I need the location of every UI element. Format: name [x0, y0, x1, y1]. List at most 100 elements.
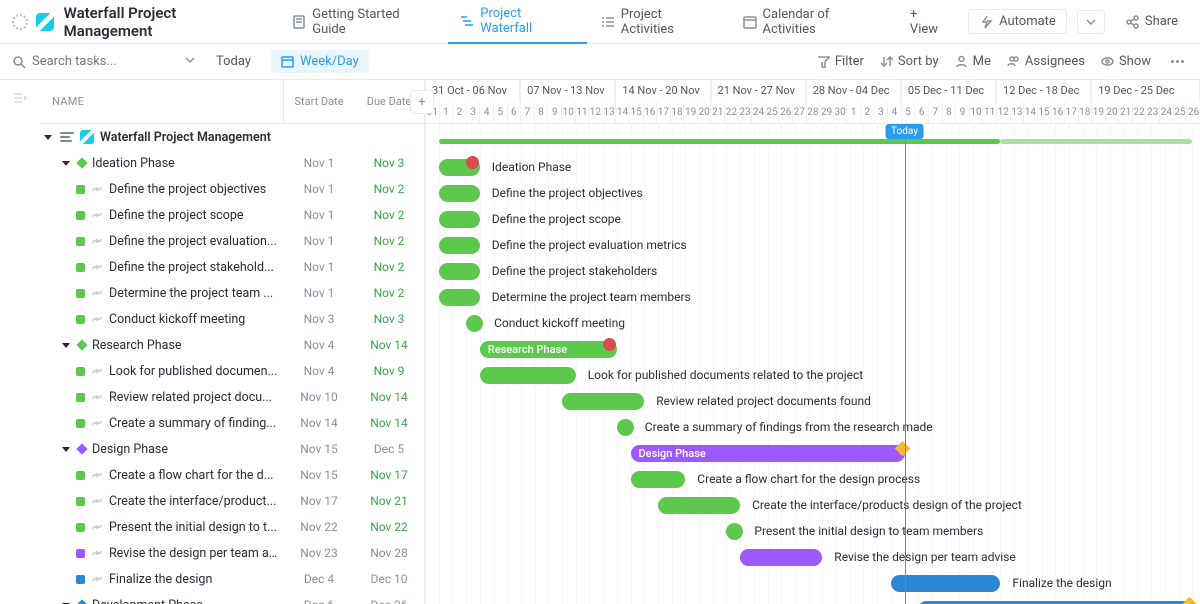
gantt-bar[interactable]: [480, 367, 576, 384]
status-square-icon[interactable]: [76, 237, 85, 246]
tab-getting-started[interactable]: Getting Started Guide: [280, 0, 446, 44]
automate-button[interactable]: Automate: [968, 9, 1067, 34]
collapse-sidebar-icon[interactable]: [12, 90, 28, 106]
gantt-bar[interactable]: [726, 523, 743, 540]
due-date[interactable]: Nov 9: [354, 364, 424, 378]
gantt-bar[interactable]: [631, 471, 686, 488]
gantt-bar[interactable]: Development Phase: [918, 601, 1192, 604]
search-input[interactable]: [32, 54, 132, 69]
assignees-button[interactable]: Assignees: [1007, 54, 1085, 69]
gantt-bar[interactable]: [439, 237, 480, 254]
more-options-button[interactable]: [1167, 56, 1188, 67]
task-row[interactable]: Revise the design per team a...Nov 23Nov…: [40, 540, 424, 566]
due-date[interactable]: Nov 3: [354, 312, 424, 326]
phase-row[interactable]: Research PhaseNov 4Nov 14: [40, 332, 424, 358]
start-date[interactable]: Nov 23: [284, 546, 354, 560]
gantt-bar[interactable]: [466, 315, 483, 332]
gantt-bar[interactable]: [439, 289, 480, 306]
phase-row[interactable]: Development PhaseDec 6Dec 26: [40, 592, 424, 604]
start-date[interactable]: Nov 1: [284, 156, 354, 170]
due-date[interactable]: Nov 14: [354, 338, 424, 352]
gantt-bar[interactable]: Research Phase: [480, 341, 617, 358]
task-row[interactable]: Conduct kickoff meetingNov 3Nov 3: [40, 306, 424, 332]
gantt-bar[interactable]: Design Phase: [631, 445, 905, 462]
task-row[interactable]: Look for published documen...Nov 4Nov 9: [40, 358, 424, 384]
task-row[interactable]: Define the project stakehold...Nov 1Nov …: [40, 254, 424, 280]
start-date[interactable]: Nov 1: [284, 182, 354, 196]
task-row[interactable]: Define the project evaluation...Nov 1Nov…: [40, 228, 424, 254]
task-row[interactable]: Determine the project team ...Nov 1Nov 2: [40, 280, 424, 306]
task-row[interactable]: Define the project objectivesNov 1Nov 2: [40, 176, 424, 202]
phase-row[interactable]: Design PhaseNov 15Dec 5: [40, 436, 424, 462]
start-date[interactable]: Nov 15: [284, 468, 354, 482]
task-row[interactable]: Review related project docu...Nov 10Nov …: [40, 384, 424, 410]
status-square-icon[interactable]: [76, 185, 85, 194]
due-date[interactable]: Nov 14: [354, 390, 424, 404]
due-date[interactable]: Nov 2: [354, 208, 424, 222]
sortby-button[interactable]: Sort by: [880, 54, 939, 69]
start-date[interactable]: Nov 1: [284, 286, 354, 300]
add-column-button[interactable]: +: [410, 90, 434, 114]
status-square-icon[interactable]: [76, 211, 85, 220]
caret-down-icon[interactable]: [62, 161, 70, 166]
start-date[interactable]: Nov 4: [284, 364, 354, 378]
status-square-icon[interactable]: [76, 263, 85, 272]
due-date[interactable]: Dec 10: [354, 572, 424, 586]
automate-dropdown[interactable]: [1077, 10, 1105, 34]
phase-row[interactable]: Ideation PhaseNov 1Nov 3: [40, 150, 424, 176]
due-date[interactable]: Nov 17: [354, 468, 424, 482]
tab-project-waterfall[interactable]: Project Waterfall: [448, 0, 587, 44]
status-square-icon[interactable]: [76, 393, 85, 402]
start-date[interactable]: Nov 1: [284, 208, 354, 222]
gantt-bar[interactable]: [891, 575, 1001, 592]
gantt-bar[interactable]: [439, 211, 480, 228]
column-header-name[interactable]: NAME: [40, 95, 284, 108]
start-date[interactable]: Nov 15: [284, 442, 354, 456]
due-date[interactable]: Nov 2: [354, 234, 424, 248]
today-button[interactable]: Today: [208, 50, 259, 73]
task-row[interactable]: Finalize the designDec 4Dec 10: [40, 566, 424, 592]
start-date[interactable]: Nov 1: [284, 234, 354, 248]
status-square-icon[interactable]: [76, 419, 85, 428]
due-date[interactable]: Nov 28: [354, 546, 424, 560]
status-square-icon[interactable]: [76, 575, 85, 584]
due-date[interactable]: Nov 14: [354, 416, 424, 430]
due-date[interactable]: Nov 2: [354, 286, 424, 300]
start-date[interactable]: Nov 1: [284, 260, 354, 274]
start-date[interactable]: Nov 17: [284, 494, 354, 508]
start-date[interactable]: Nov 10: [284, 390, 354, 404]
status-square-icon[interactable]: [76, 315, 85, 324]
project-row[interactable]: Waterfall Project Management: [40, 124, 424, 150]
status-square-icon[interactable]: [76, 497, 85, 506]
task-row[interactable]: Create the interface/product...Nov 17Nov…: [40, 488, 424, 514]
gantt-bar[interactable]: [740, 549, 822, 566]
task-row[interactable]: Define the project scopeNov 1Nov 2: [40, 202, 424, 228]
start-date[interactable]: Nov 14: [284, 416, 354, 430]
due-date[interactable]: Dec 26: [354, 598, 424, 604]
start-date[interactable]: Nov 4: [284, 338, 354, 352]
gantt-bar[interactable]: [439, 263, 480, 280]
status-square-icon[interactable]: [76, 289, 85, 298]
gantt-bar[interactable]: [658, 497, 740, 514]
gantt-bar[interactable]: [439, 185, 480, 202]
tab-project-activities[interactable]: Project Activities: [589, 0, 729, 44]
due-date[interactable]: Nov 2: [354, 260, 424, 274]
task-row[interactable]: Create a summary of finding...Nov 14Nov …: [40, 410, 424, 436]
start-date[interactable]: Nov 22: [284, 520, 354, 534]
gantt-bar[interactable]: [617, 419, 634, 436]
add-view-button[interactable]: + View: [898, 0, 960, 44]
start-date[interactable]: Dec 4: [284, 572, 354, 586]
me-button[interactable]: Me: [955, 54, 991, 69]
due-date[interactable]: Nov 22: [354, 520, 424, 534]
tab-calendar[interactable]: Calendar of Activities: [731, 0, 896, 44]
gantt-bar[interactable]: [562, 393, 644, 410]
zoom-segment[interactable]: Week/Day: [271, 50, 369, 73]
show-button[interactable]: Show: [1101, 54, 1151, 69]
status-square-icon[interactable]: [76, 367, 85, 376]
caret-down-icon[interactable]: [44, 135, 52, 140]
task-row[interactable]: Create a flow chart for the d...Nov 15No…: [40, 462, 424, 488]
caret-down-icon[interactable]: [62, 447, 70, 452]
search-box[interactable]: [12, 54, 172, 69]
filter-button[interactable]: Filter: [817, 54, 864, 69]
status-square-icon[interactable]: [76, 549, 85, 558]
